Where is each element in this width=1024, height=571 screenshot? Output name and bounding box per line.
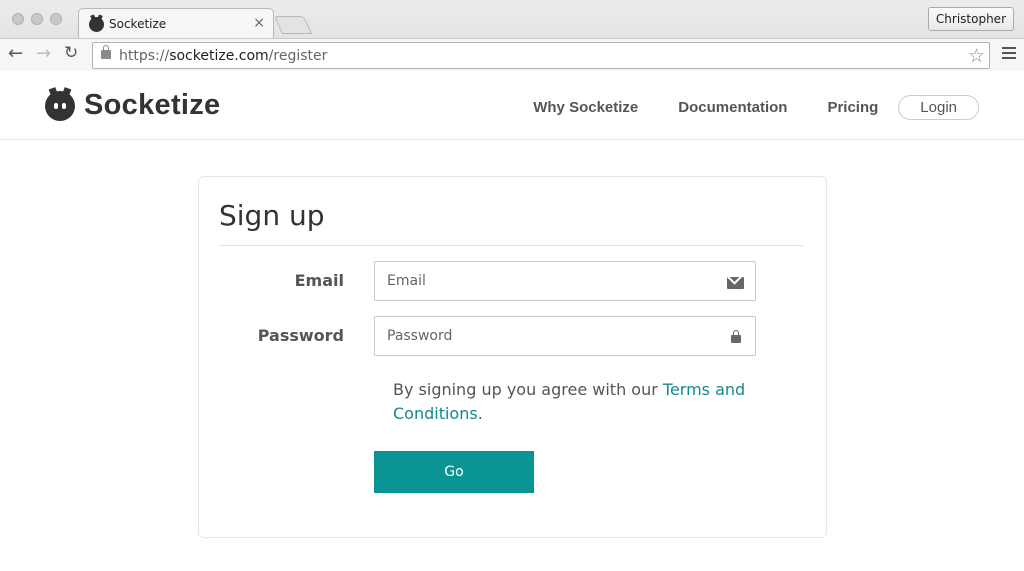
forward-arrow-icon[interactable]: → <box>36 43 51 64</box>
password-field[interactable] <box>387 317 707 355</box>
go-button[interactable]: Go <box>374 451 534 493</box>
padlock-icon <box>731 330 741 343</box>
browser-chrome: Socketize × Christopher ← → ↻ https://so… <box>0 0 1024 71</box>
tab-title: Socketize <box>109 17 167 31</box>
email-label: Email <box>294 271 344 290</box>
terms-suffix: . <box>477 404 483 423</box>
socketize-favicon-icon <box>89 17 104 32</box>
terms-prefix: By signing up you agree with our <box>393 380 663 399</box>
site-nav: Why Socketize Documentation Pricing Logi… <box>533 95 979 120</box>
email-field[interactable] <box>387 262 707 300</box>
tab-close-icon[interactable]: × <box>253 15 265 31</box>
divider <box>219 245 804 246</box>
address-bar[interactable]: https://socketize.com/register ☆ <box>92 42 990 69</box>
browser-toolbar: ← → ↻ https://socketize.com/register ☆ <box>0 38 1024 71</box>
nav-link-why-socketize[interactable]: Why Socketize <box>533 99 638 116</box>
envelope-icon <box>727 277 744 289</box>
url-scheme: https:// <box>119 48 170 64</box>
brand-name: Socketize <box>84 89 221 121</box>
site-header: Socketize Why Socketize Documentation Pr… <box>0 71 1024 140</box>
email-field-wrapper <box>374 261 756 301</box>
reload-icon[interactable]: ↻ <box>64 43 78 63</box>
url-path: /register <box>268 48 328 64</box>
logo[interactable]: Socketize <box>45 89 221 122</box>
login-button[interactable]: Login <box>898 95 979 120</box>
password-label: Password <box>257 326 344 345</box>
password-field-wrapper <box>374 316 756 356</box>
nav-link-pricing[interactable]: Pricing <box>827 99 878 116</box>
url-text[interactable]: https://socketize.com/register <box>119 48 327 64</box>
nav-link-documentation[interactable]: Documentation <box>678 99 787 116</box>
new-tab-button[interactable] <box>273 16 313 34</box>
minimize-window-button[interactable] <box>31 13 43 25</box>
close-window-button[interactable] <box>12 13 24 25</box>
back-arrow-icon[interactable]: ← <box>8 43 23 64</box>
zoom-window-button[interactable] <box>50 13 62 25</box>
terms-text: By signing up you agree with our Terms a… <box>393 378 753 426</box>
url-host: socketize.com <box>169 48 269 64</box>
menu-icon[interactable] <box>1002 47 1016 62</box>
signup-card: Sign up Email Password By signing up you… <box>198 176 827 538</box>
page-title: Sign up <box>219 199 325 232</box>
lock-icon[interactable] <box>101 45 111 59</box>
socketize-logo-icon <box>45 90 75 121</box>
star-icon[interactable]: ☆ <box>968 45 985 67</box>
profile-button[interactable]: Christopher <box>927 7 1014 31</box>
browser-tab[interactable]: Socketize × <box>78 8 274 38</box>
window-controls <box>12 13 62 25</box>
